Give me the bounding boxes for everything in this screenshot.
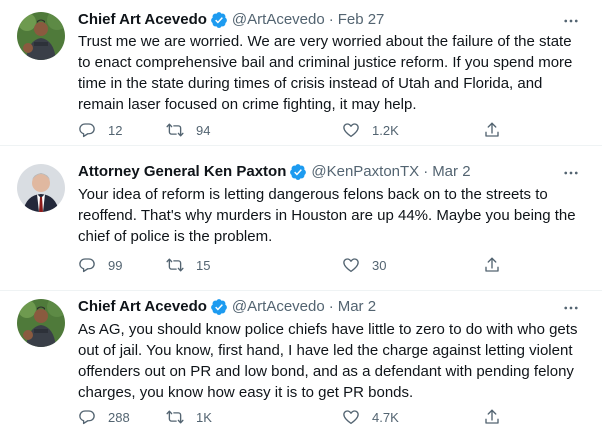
verified-badge-icon bbox=[210, 11, 228, 29]
author-handle[interactable]: @ArtAcevedo bbox=[232, 10, 325, 30]
share-icon bbox=[483, 256, 501, 274]
reply-button[interactable]: 12 bbox=[78, 119, 122, 141]
share-button[interactable] bbox=[483, 406, 511, 428]
tweet-date[interactable]: Mar 2 bbox=[432, 162, 470, 182]
more-options-icon[interactable] bbox=[562, 299, 580, 317]
retweet-button[interactable]: 1K bbox=[166, 406, 212, 428]
retweet-button[interactable]: 94 bbox=[166, 119, 210, 141]
tweet-text-line: offenders out on PR and low bond, and as… bbox=[78, 363, 574, 380]
more-options-icon[interactable] bbox=[562, 164, 580, 182]
avatar[interactable] bbox=[17, 12, 65, 60]
tweet-date[interactable]: Mar 2 bbox=[338, 297, 376, 317]
tweet-text-line: charges, you know how easy it is to get … bbox=[78, 384, 414, 401]
tweet-text-line: to enact comprehensive bail and criminal… bbox=[78, 54, 573, 71]
retweet-count: 94 bbox=[196, 122, 211, 138]
avatar-ken-paxton-image bbox=[17, 164, 65, 212]
verified-badge-icon bbox=[210, 298, 228, 316]
like-button[interactable]: 4.7K bbox=[342, 406, 399, 428]
reply-icon bbox=[78, 256, 96, 274]
like-icon bbox=[342, 256, 360, 274]
author-name[interactable]: Attorney General Ken Paxton bbox=[78, 162, 286, 182]
separator-dot: · bbox=[328, 11, 334, 28]
tweet-text-line: Trust me we are worried. We are very wor… bbox=[78, 33, 572, 50]
like-count: 30 bbox=[372, 257, 387, 273]
author-name[interactable]: Chief Art Acevedo bbox=[78, 297, 207, 317]
like-count: 4.7K bbox=[372, 409, 399, 425]
tweet-header: Attorney General Ken Paxton @KenPaxtonTX… bbox=[78, 162, 572, 182]
retweet-count: 1K bbox=[196, 409, 212, 425]
like-icon bbox=[342, 121, 360, 139]
tweet[interactable]: Attorney General Ken Paxton @KenPaxtonTX… bbox=[0, 145, 602, 290]
like-button[interactable]: 30 bbox=[342, 254, 386, 276]
tweet-text-line: Your idea of reform is letting dangerous… bbox=[78, 186, 548, 203]
avatar[interactable] bbox=[17, 164, 65, 212]
reply-button[interactable]: 99 bbox=[78, 254, 122, 276]
retweet-icon bbox=[166, 256, 184, 274]
tweet-header: Chief Art Acevedo @ArtAcevedo · Mar 2 bbox=[78, 297, 572, 317]
retweet-icon bbox=[166, 121, 184, 139]
tweet-text: Trust me we are worried. We are very wor… bbox=[78, 31, 586, 115]
tweet-text-line: chief of police is the problem. bbox=[78, 228, 273, 245]
tweet-text-line: out of jail. You know, first hand, I hav… bbox=[78, 342, 573, 359]
like-icon bbox=[342, 408, 360, 426]
tweet-text-line: time in the state during times of crisis… bbox=[78, 75, 543, 92]
separator-dot: · bbox=[328, 298, 334, 315]
retweet-count: 15 bbox=[196, 257, 211, 273]
avatar-art-acevedo-image bbox=[17, 299, 65, 347]
reply-count: 99 bbox=[108, 257, 123, 273]
more-options-icon[interactable] bbox=[562, 12, 580, 30]
tweet-date[interactable]: Feb 27 bbox=[338, 10, 385, 30]
tweet[interactable]: Chief Art Acevedo @ArtAcevedo · Mar 2 As… bbox=[0, 290, 602, 446]
tweet-text-line: reoffend. That's why murders in Houston … bbox=[78, 207, 576, 224]
author-handle[interactable]: @KenPaxtonTX bbox=[311, 162, 419, 182]
reply-count: 288 bbox=[108, 409, 130, 425]
reply-count: 12 bbox=[108, 122, 123, 138]
author-name[interactable]: Chief Art Acevedo bbox=[78, 10, 207, 30]
author-handle[interactable]: @ArtAcevedo bbox=[232, 297, 325, 317]
share-icon bbox=[483, 121, 501, 139]
like-button[interactable]: 1.2K bbox=[342, 119, 399, 141]
reply-icon bbox=[78, 121, 96, 139]
avatar-art-acevedo-image bbox=[17, 12, 65, 60]
separator-dot: · bbox=[423, 163, 429, 180]
reply-icon bbox=[78, 408, 96, 426]
verified-badge-icon bbox=[289, 163, 307, 181]
share-icon bbox=[483, 408, 501, 426]
retweet-button[interactable]: 15 bbox=[166, 254, 210, 276]
retweet-icon bbox=[166, 408, 184, 426]
reply-button[interactable]: 288 bbox=[78, 406, 130, 428]
tweet-header: Chief Art Acevedo @ArtAcevedo · Feb 27 bbox=[78, 10, 572, 30]
share-button[interactable] bbox=[483, 119, 511, 141]
avatar[interactable] bbox=[17, 299, 65, 347]
tweet[interactable]: Chief Art Acevedo @ArtAcevedo · Feb 27 T… bbox=[0, 0, 602, 145]
tweet-text-line: remain laser focused on crime fighting, … bbox=[78, 96, 417, 113]
tweet-text-line: As AG, you should know police chiefs hav… bbox=[78, 321, 578, 338]
like-count: 1.2K bbox=[372, 122, 399, 138]
tweet-text: Your idea of reform is letting dangerous… bbox=[78, 184, 586, 247]
tweet-text: As AG, you should know police chiefs hav… bbox=[78, 319, 586, 403]
share-button[interactable] bbox=[483, 254, 511, 276]
